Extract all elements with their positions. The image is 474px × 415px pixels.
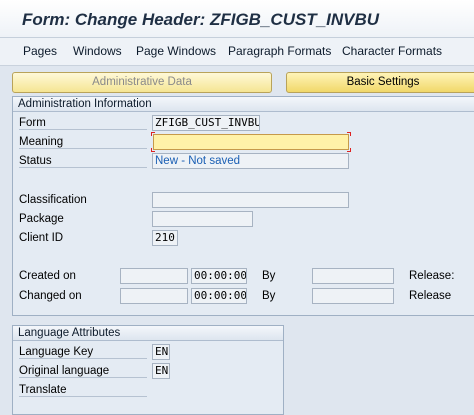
- changed-by-field: [312, 288, 394, 304]
- meaning-label: Meaning: [19, 136, 147, 149]
- status-field: New - Not saved: [152, 153, 349, 169]
- created-on-label: Created on: [19, 270, 76, 282]
- form-field: ZFIGB_CUST_INVBU: [152, 115, 260, 131]
- changed-by-label: By: [262, 290, 276, 302]
- language-key-field: EN: [152, 344, 170, 360]
- focus-corner-tr: [347, 132, 351, 136]
- administration-info-group: Administration Information Form ZFIGB_CU…: [12, 96, 474, 316]
- created-time-field: 00:00:00: [191, 268, 247, 284]
- client-id-field: 210: [152, 230, 178, 246]
- changed-date-field: [120, 288, 188, 304]
- menu-paragraph-formats[interactable]: Paragraph Formats: [228, 44, 331, 58]
- language-attributes-header: Language Attributes: [13, 326, 283, 341]
- created-date-field: [120, 268, 188, 284]
- focus-corner-br: [347, 148, 351, 152]
- created-release-label: Release:: [409, 270, 455, 282]
- menu-bar: Pages Windows Page Windows Paragraph For…: [0, 38, 474, 66]
- classification-field: [152, 192, 349, 208]
- original-language-label: Original language: [19, 365, 147, 378]
- status-label: Status: [19, 155, 147, 168]
- focus-corner-tl: [151, 132, 155, 136]
- changed-on-label: Changed on: [19, 290, 82, 302]
- title-bar: Form: Change Header: ZFIGB_CUST_INVBU: [0, 0, 474, 38]
- changed-release-label: Release: [409, 290, 452, 302]
- client-id-label: Client ID: [19, 232, 64, 244]
- menu-windows[interactable]: Windows: [73, 44, 122, 58]
- created-by-field: [312, 268, 394, 284]
- package-field: [152, 211, 253, 227]
- language-attributes-group: Language Attributes Language Key EN Orig…: [12, 325, 284, 415]
- tab-strip: Administrative Data Basic Settings: [0, 72, 474, 96]
- package-label: Package: [19, 213, 64, 225]
- menu-page-windows[interactable]: Page Windows: [136, 44, 216, 58]
- language-key-label: Language Key: [19, 346, 147, 359]
- original-language-field: EN: [152, 363, 170, 379]
- menu-character-formats[interactable]: Character Formats: [342, 44, 442, 58]
- created-by-label: By: [262, 270, 276, 282]
- window-title: Form: Change Header: ZFIGB_CUST_INVBU: [22, 10, 380, 29]
- meaning-input[interactable]: [153, 134, 349, 150]
- form-label: Form: [19, 117, 147, 130]
- tab-basic-settings[interactable]: Basic Settings: [286, 72, 474, 93]
- menu-pages[interactable]: Pages: [23, 44, 57, 58]
- tab-administrative-data[interactable]: Administrative Data: [12, 72, 272, 93]
- administration-info-header: Administration Information: [13, 97, 474, 112]
- classification-label: Classification: [19, 194, 87, 206]
- focus-corner-bl: [151, 148, 155, 152]
- translate-label: Translate: [19, 384, 147, 397]
- changed-time-field: 00:00:00: [191, 288, 247, 304]
